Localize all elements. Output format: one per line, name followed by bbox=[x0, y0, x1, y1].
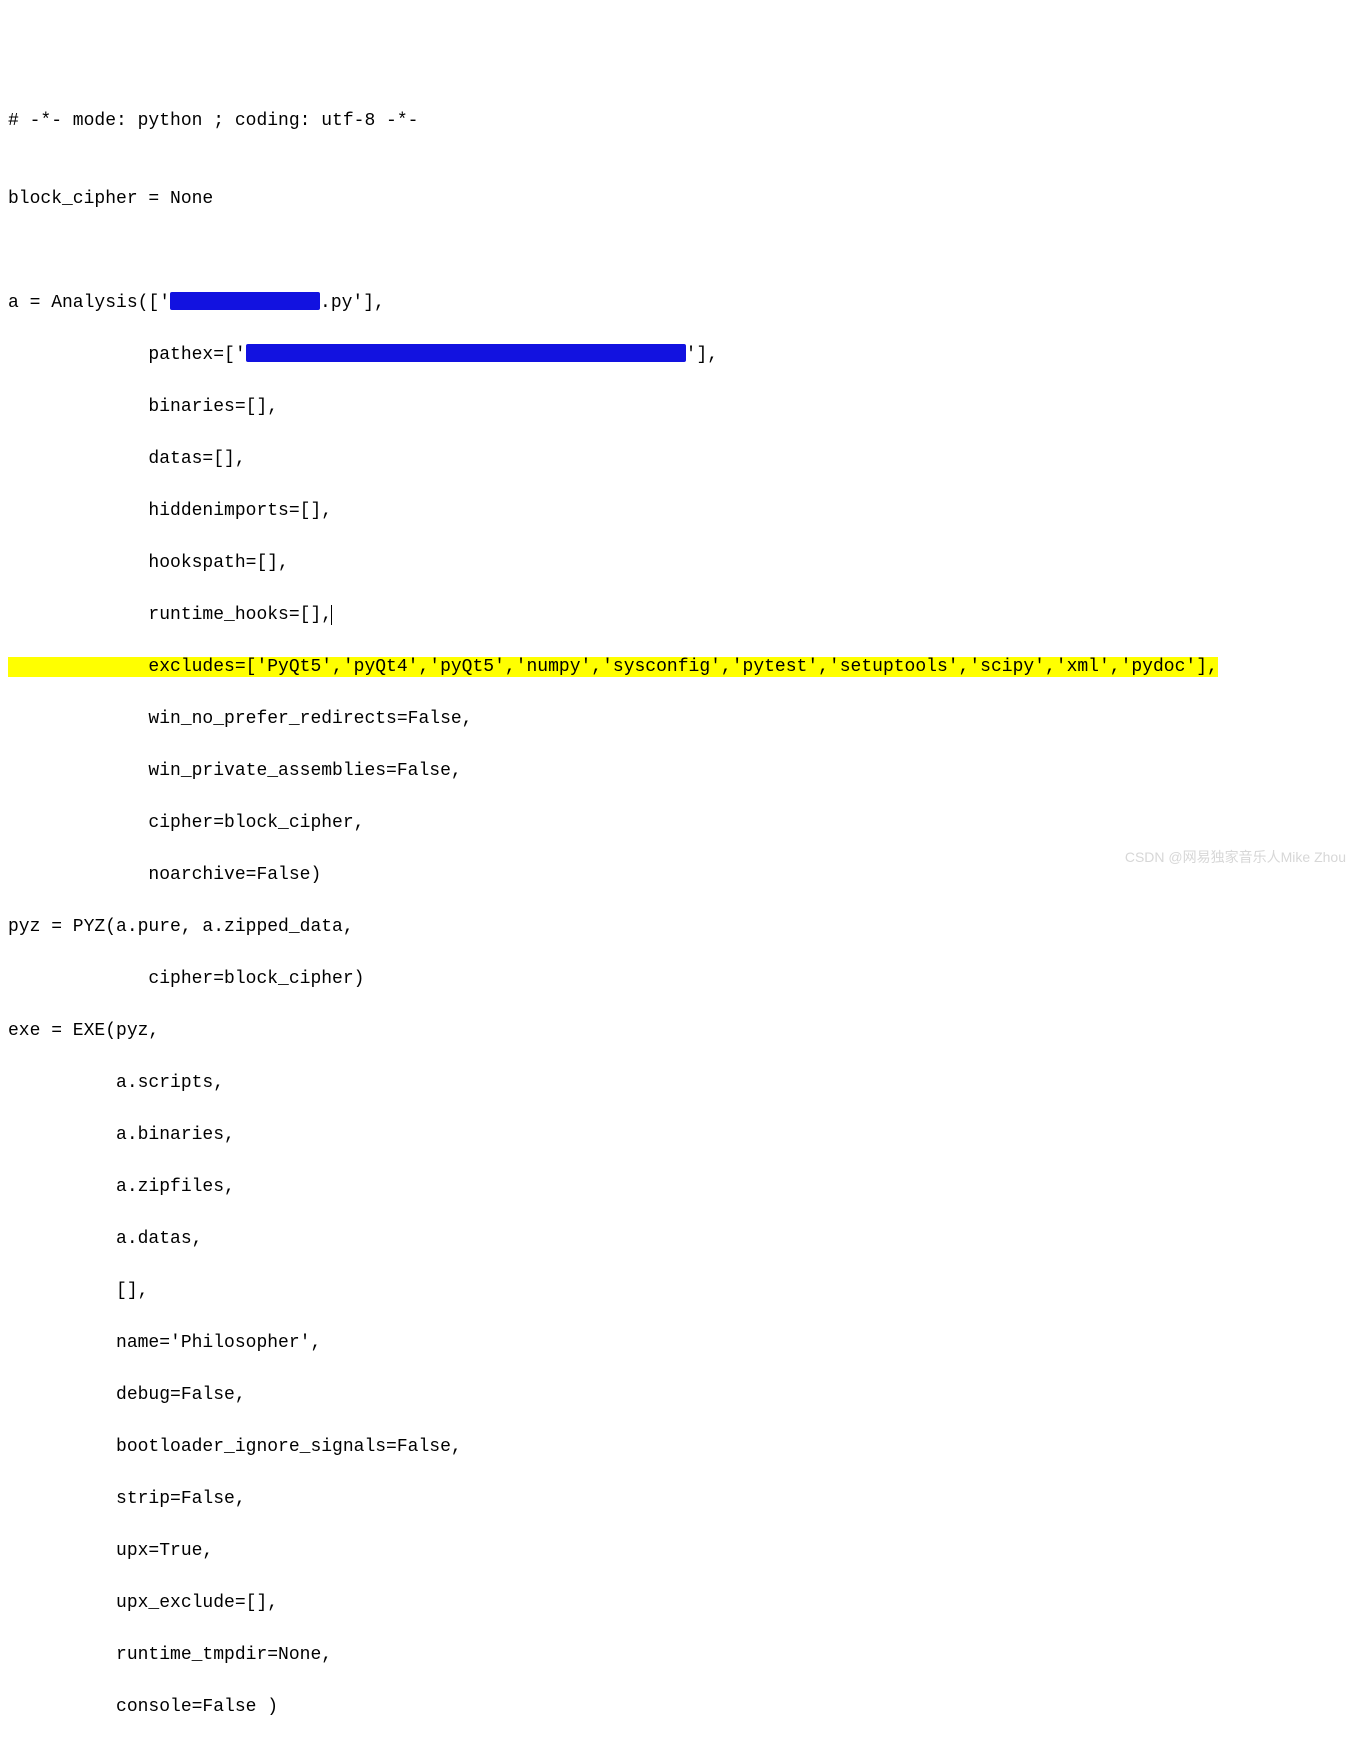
code-line: runtime_tmpdir=None, bbox=[8, 1642, 1350, 1668]
code-line: exe = EXE(pyz, bbox=[8, 1018, 1350, 1044]
code-line: pyz = PYZ(a.pure, a.zipped_data, bbox=[8, 914, 1350, 940]
code-line: a.zipfiles, bbox=[8, 1174, 1350, 1200]
code-line-analysis: a = Analysis([' .py'], bbox=[8, 290, 1350, 316]
code-line: binaries=[], bbox=[8, 394, 1350, 420]
code-line: block_cipher = None bbox=[8, 186, 1350, 212]
watermark-text: CSDN @网易独家音乐人Mike Zhou bbox=[1125, 844, 1346, 870]
code-text: .py'], bbox=[320, 293, 385, 313]
code-line: hiddenimports=[], bbox=[8, 498, 1350, 524]
code-line: cipher=block_cipher, bbox=[8, 810, 1350, 836]
code-line: upx=True, bbox=[8, 1538, 1350, 1564]
code-text: runtime_hooks=[], bbox=[8, 605, 332, 625]
code-line: upx_exclude=[], bbox=[8, 1590, 1350, 1616]
code-line: bootloader_ignore_signals=False, bbox=[8, 1434, 1350, 1460]
code-line: datas=[], bbox=[8, 446, 1350, 472]
redacted-path bbox=[246, 344, 686, 362]
code-line: a.scripts, bbox=[8, 1070, 1350, 1096]
code-line: [], bbox=[8, 1278, 1350, 1304]
code-line-cursor: runtime_hooks=[], bbox=[8, 602, 1350, 628]
code-text: pathex=[' bbox=[8, 345, 246, 365]
code-line-pathex: pathex=[' '], bbox=[8, 342, 1350, 368]
redacted-filename bbox=[170, 292, 320, 310]
code-text: '], bbox=[686, 345, 718, 365]
code-line: win_no_prefer_redirects=False, bbox=[8, 706, 1350, 732]
code-line: a.datas, bbox=[8, 1226, 1350, 1252]
text-cursor bbox=[331, 605, 332, 625]
code-line: a.binaries, bbox=[8, 1122, 1350, 1148]
code-text: a = Analysis([' bbox=[8, 293, 170, 313]
code-line: strip=False, bbox=[8, 1486, 1350, 1512]
code-line: console=False ) bbox=[8, 1694, 1350, 1720]
code-line: cipher=block_cipher) bbox=[8, 966, 1350, 992]
code-line: debug=False, bbox=[8, 1382, 1350, 1408]
highlighted-text: excludes=['PyQt5','pyQt4','pyQt5','numpy… bbox=[8, 657, 1218, 677]
code-line-excludes-highlighted: excludes=['PyQt5','pyQt4','pyQt5','numpy… bbox=[8, 654, 1350, 680]
code-line: # -*- mode: python ; coding: utf-8 -*- bbox=[8, 108, 1350, 134]
code-line: win_private_assemblies=False, bbox=[8, 758, 1350, 784]
code-line: hookspath=[], bbox=[8, 550, 1350, 576]
code-line: name='Philosopher', bbox=[8, 1330, 1350, 1356]
